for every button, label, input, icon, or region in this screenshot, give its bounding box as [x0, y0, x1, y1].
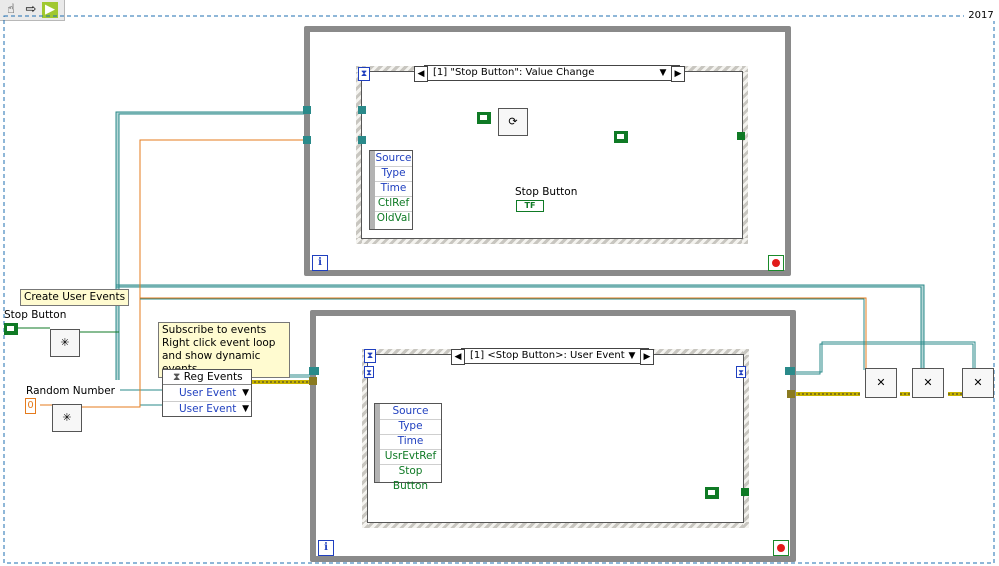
- true-constant-icon[interactable]: [477, 112, 491, 124]
- data-node-item: Source: [375, 151, 412, 167]
- version-label: 2017: [964, 10, 998, 21]
- bottom-event-prev-icon[interactable]: ◀: [451, 349, 465, 365]
- random-number-constant[interactable]: 0: [25, 398, 36, 414]
- dynamic-event-terminal-left-icon: ⧗: [364, 366, 374, 378]
- bottom-loop-shift-register-left: [309, 367, 319, 375]
- reg-events-title: ⧗ Reg Events: [163, 370, 251, 385]
- data-node-item: Time: [380, 434, 441, 450]
- stop-button-terminal[interactable]: TF: [516, 200, 544, 212]
- top-event-next-icon[interactable]: ▶: [671, 66, 685, 82]
- create-user-event-stop-icon[interactable]: ✳: [50, 329, 80, 357]
- data-node-item: UsrEvtRef: [380, 449, 441, 465]
- stop-button-constant-icon[interactable]: [4, 323, 18, 335]
- stop-button-control-label: Stop Button: [515, 186, 578, 198]
- bottom-event-next-icon[interactable]: ▶: [640, 349, 654, 365]
- data-node-item: Type: [375, 166, 412, 182]
- bottom-event-data-node: Source Type Time UsrEvtRef Stop Button: [374, 403, 442, 492]
- chevron-down-icon[interactable]: ▼: [626, 349, 638, 363]
- top-event-tunnel-2: [358, 136, 366, 144]
- random-number-label: Random Number: [26, 385, 115, 397]
- subscribe-note-line: Right click event loop: [162, 337, 276, 349]
- true-constant-icon[interactable]: [614, 131, 628, 143]
- destroy-user-event-icon[interactable]: ✕: [912, 368, 944, 398]
- top-loop-tunnel-event: [303, 106, 311, 114]
- top-event-timeout-icon: ⧗: [358, 67, 370, 81]
- bottom-event-selector-label: [1] <Stop Button>: User Event: [470, 350, 625, 361]
- top-event-data-node: Source Type Time CtlRef OldVal: [369, 150, 413, 230]
- bottom-event-output-tunnel: [741, 488, 749, 496]
- reg-events-node[interactable]: ⧗ Reg Events User Event ▼ User Event ▼: [162, 369, 252, 417]
- data-node-item: Time: [375, 181, 412, 197]
- top-event-structure[interactable]: [356, 66, 748, 244]
- generate-user-event-icon[interactable]: ⟳: [498, 108, 528, 136]
- reg-events-row[interactable]: User Event ▼: [163, 386, 251, 400]
- top-event-tunnel-1: [358, 106, 366, 114]
- subscribe-note-line: Subscribe to events: [162, 324, 267, 336]
- create-user-event-random-icon[interactable]: ✳: [52, 404, 82, 432]
- create-user-events-label: Create User Events: [20, 289, 130, 306]
- bottom-loop-stop-icon[interactable]: [773, 540, 789, 556]
- stop-button-label: Stop Button: [4, 309, 67, 321]
- destroy-user-event-icon[interactable]: ✕: [865, 368, 897, 398]
- top-event-output-tunnel: [737, 132, 745, 140]
- chevron-down-icon[interactable]: ▼: [657, 66, 669, 80]
- data-node-item: CtlRef: [375, 196, 412, 212]
- top-loop-iteration-icon: i: [312, 255, 328, 271]
- reg-events-icon: ⧗: [173, 371, 184, 383]
- block-diagram: ☝ ⇨ ▶ 2017 i ⧗ [1] "Stop Button": Value …: [0, 0, 999, 566]
- dynamic-event-terminal-right-icon: ⧗: [736, 366, 746, 378]
- data-node-item: Stop Button: [392, 465, 429, 492]
- bottom-loop-error-tunnel-left: [309, 377, 317, 385]
- data-node-item: Type: [380, 419, 441, 435]
- bottom-loop-error-tunnel-right: [787, 390, 795, 398]
- top-loop-stop-icon[interactable]: [768, 255, 784, 271]
- unregister-events-icon[interactable]: ✕: [962, 368, 994, 398]
- true-constant-icon[interactable]: [705, 487, 719, 499]
- top-event-selector-label: [1] "Stop Button": Value Change: [433, 67, 595, 78]
- bottom-loop-iteration-icon: i: [318, 540, 334, 556]
- chevron-down-icon: ▼: [242, 388, 249, 398]
- chevron-down-icon: ▼: [242, 404, 249, 414]
- reg-events-row[interactable]: User Event ▼: [163, 401, 251, 416]
- top-loop-tunnel-refnum: [303, 136, 311, 144]
- bottom-event-timeout-icon: ⧗: [364, 349, 376, 363]
- top-event-prev-icon[interactable]: ◀: [414, 66, 428, 82]
- bottom-loop-shift-register-right: [785, 367, 795, 375]
- data-node-item: OldVal: [376, 212, 411, 224]
- bottom-event-selector[interactable]: [1] <Stop Button>: User Event ▼: [461, 348, 649, 364]
- top-event-selector[interactable]: [1] "Stop Button": Value Change ▼: [424, 65, 680, 81]
- data-node-item: Source: [380, 404, 441, 420]
